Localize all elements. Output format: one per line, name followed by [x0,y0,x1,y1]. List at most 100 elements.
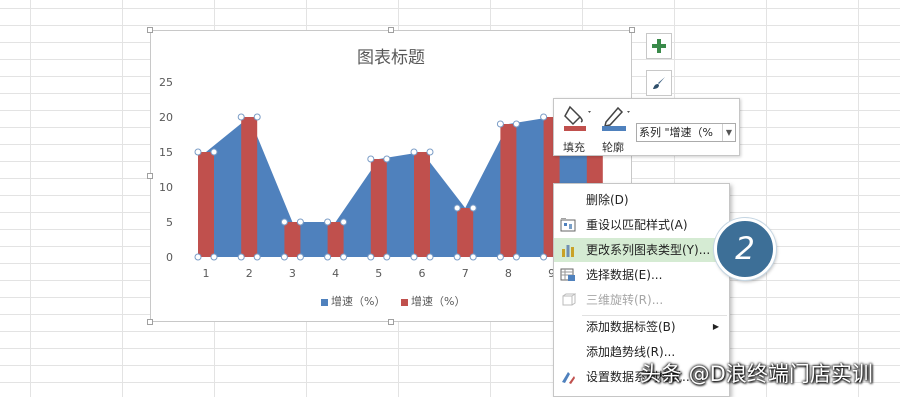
x-tick-label: 1 [203,267,210,280]
menu-item-label: 三维旋转(R)... [586,293,664,307]
bar-6[interactable] [414,152,430,257]
series-base-handle[interactable] [253,253,261,261]
fill-label: 填充 [563,141,585,154]
paintbrush-icon [653,77,665,89]
menu-item-delete[interactable]: 删除(D) [554,188,729,212]
reset-style-icon [560,218,576,232]
menu-item-label: 选择数据(E)... [586,268,663,282]
outline-button[interactable]: 轮廓 [598,103,634,154]
series-base-handle[interactable] [340,253,348,261]
series-base-handle[interactable] [367,253,375,261]
bar-1[interactable] [198,152,214,257]
mini-format-toolbar: 填充 轮廓 系列 "增速（% ▼ [553,98,740,156]
series-point-handle[interactable] [512,120,520,128]
legend-item-area[interactable]: 增速（%） [321,293,385,309]
x-tick-label: 2 [246,267,253,280]
series-point-handle[interactable] [194,148,202,156]
menu-item-reset-style[interactable]: 重设以匹配样式(A) [554,213,729,237]
y-tick-label: 0 [166,251,173,264]
series-point-handle[interactable] [426,148,434,156]
legend-swatch-bar [401,298,408,306]
x-tick-label: 5 [375,267,382,280]
resize-handle-bm[interactable] [388,319,394,325]
series-point-handle[interactable] [340,218,348,226]
series-base-handle[interactable] [496,253,504,261]
legend-label-area: 增速（%） [331,295,386,308]
series-base-handle[interactable] [540,253,548,261]
series-base-handle[interactable] [280,253,288,261]
rotate-3d-icon [562,293,576,306]
series-base-handle[interactable] [512,253,520,261]
chart-type-icon [562,245,574,257]
y-tick-label: 20 [159,111,173,124]
series-base-handle[interactable] [296,253,304,261]
legend-swatch-area [321,298,328,306]
resize-handle-bl[interactable] [147,319,153,325]
resize-handle-tm[interactable] [388,27,394,33]
chart-styles-button[interactable] [646,70,672,96]
series-base-handle[interactable] [194,253,202,261]
chart-elements-button[interactable] [646,33,672,59]
y-tick-label: 15 [159,146,173,159]
series-point-handle[interactable] [237,113,245,121]
bar-3[interactable] [284,222,301,257]
fill-button[interactable]: 填充 [560,103,596,154]
series-point-handle[interactable] [469,204,477,212]
y-tick-label: 25 [159,76,173,89]
series-point-handle[interactable] [540,113,548,121]
series-base-handle[interactable] [210,253,218,261]
series-point-handle[interactable] [324,218,332,226]
series-point-handle[interactable] [280,218,288,226]
series-point-handle[interactable] [296,218,304,226]
x-tick-label: 6 [419,267,426,280]
menu-item-add-data-labels[interactable]: 添加数据标签(B) ▶ [554,315,729,339]
series-point-handle[interactable] [210,148,218,156]
x-tick-label: 3 [289,267,296,280]
series-point-handle[interactable] [383,155,391,163]
step-number-badge: 2 [714,218,776,280]
menu-item-select-data[interactable]: 选择数据(E)... [554,263,729,287]
menu-item-change-series-chart-type[interactable]: 更改系列图表类型(Y)... [554,238,729,262]
paint-bucket-icon [564,105,591,131]
bar-4[interactable] [327,222,344,257]
series-point-handle[interactable] [367,155,375,163]
series-base-handle[interactable] [383,253,391,261]
series-base-handle[interactable] [237,253,245,261]
format-series-icon [562,372,575,384]
bar-5[interactable] [370,159,387,257]
resize-handle-ml[interactable] [147,173,153,179]
series-point-handle[interactable] [253,113,261,121]
series-point-handle[interactable] [496,120,504,128]
menu-item-label: 更改系列图表类型(Y)... [586,243,711,257]
series-base-handle[interactable] [410,253,418,261]
menu-item-label: 添加数据标签(B) [586,320,676,334]
select-data-icon [560,268,575,281]
series-base-handle[interactable] [453,253,461,261]
bar-8[interactable] [500,124,517,257]
y-tick-label: 10 [159,181,173,194]
resize-handle-tr[interactable] [629,27,635,33]
series-base-handle[interactable] [469,253,477,261]
series-base-handle[interactable] [324,253,332,261]
plus-icon [652,39,666,53]
area-series-shape[interactable] [206,117,595,257]
x-tick-label: 7 [462,267,469,280]
menu-item-label: 删除(D) [586,193,629,207]
series-selector-value: 系列 "增速（% [639,126,714,139]
chevron-down-icon: ▼ [722,124,735,141]
outline-label: 轮廓 [602,141,624,154]
menu-item-label: 重设以匹配样式(A) [586,218,688,232]
series-point-handle[interactable] [453,204,461,212]
series-point-handle[interactable] [410,148,418,156]
bar-2[interactable] [241,117,258,257]
legend-label-bar: 增速（%） [411,295,466,308]
x-tick-label: 4 [332,267,339,280]
series-base-handle[interactable] [426,253,434,261]
series-selector-dropdown[interactable]: 系列 "增速（% ▼ [636,123,736,142]
resize-handle-tl[interactable] [147,27,153,33]
menu-item-3d-rotation[interactable]: 三维旋转(R)... [554,288,729,312]
bar-7[interactable] [457,208,474,257]
pen-outline-icon [602,106,630,131]
legend-item-bar[interactable]: 增速（%） [401,293,465,309]
y-tick-label: 5 [166,216,173,229]
